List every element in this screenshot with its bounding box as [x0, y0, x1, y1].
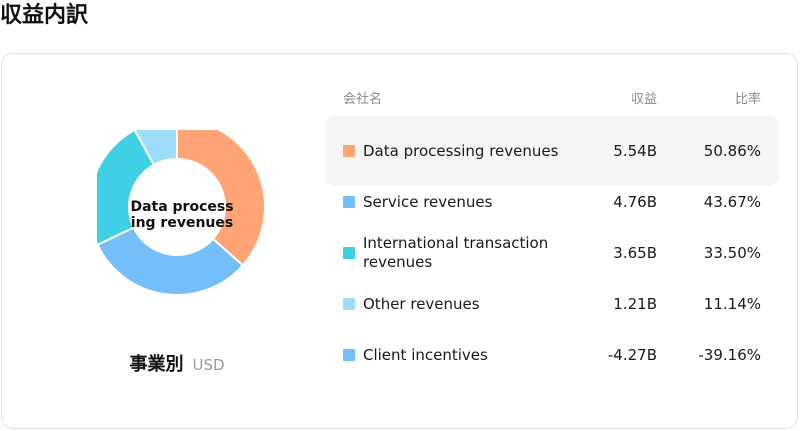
legend-swatch [343, 196, 355, 208]
segment-label: 事業別 USD [2, 350, 352, 376]
table-row[interactable]: Client incentives -4.27B -39.16% [326, 320, 778, 390]
donut-center: Data processing revenues [97, 130, 267, 300]
table-body: Data processing revenues 5.54B 50.86% Servi… [326, 116, 778, 390]
legend-swatch [343, 349, 355, 361]
table-header: 会社名 収益 比率 [326, 84, 778, 112]
donut-center-label: Data processing revenues [130, 199, 234, 231]
legend-swatch [343, 145, 355, 157]
column-header-company: 会社名 [343, 92, 383, 107]
column-header-revenue: 収益 [630, 92, 657, 107]
column-header-ratio: 比率 [734, 92, 761, 107]
revenue-breakdown-card: Data processing revenues 事業別 USD 会社名 収益 … [1, 53, 798, 429]
legend-swatch [343, 247, 355, 259]
revenue-table: 会社名 収益 比率 Data processing revenues 5.54B 5… [326, 84, 778, 390]
row-ratio: -39.16% [698, 346, 761, 364]
currency-label: USD [192, 356, 225, 374]
donut-chart: Data processing revenues [97, 130, 267, 300]
legend-swatch [343, 298, 355, 310]
row-name: Client incentives [363, 345, 488, 364]
row-revenue: -4.27B [607, 346, 657, 364]
page-title: 収益内訳 [0, 3, 89, 28]
segment-title: 事業別 [129, 354, 184, 375]
